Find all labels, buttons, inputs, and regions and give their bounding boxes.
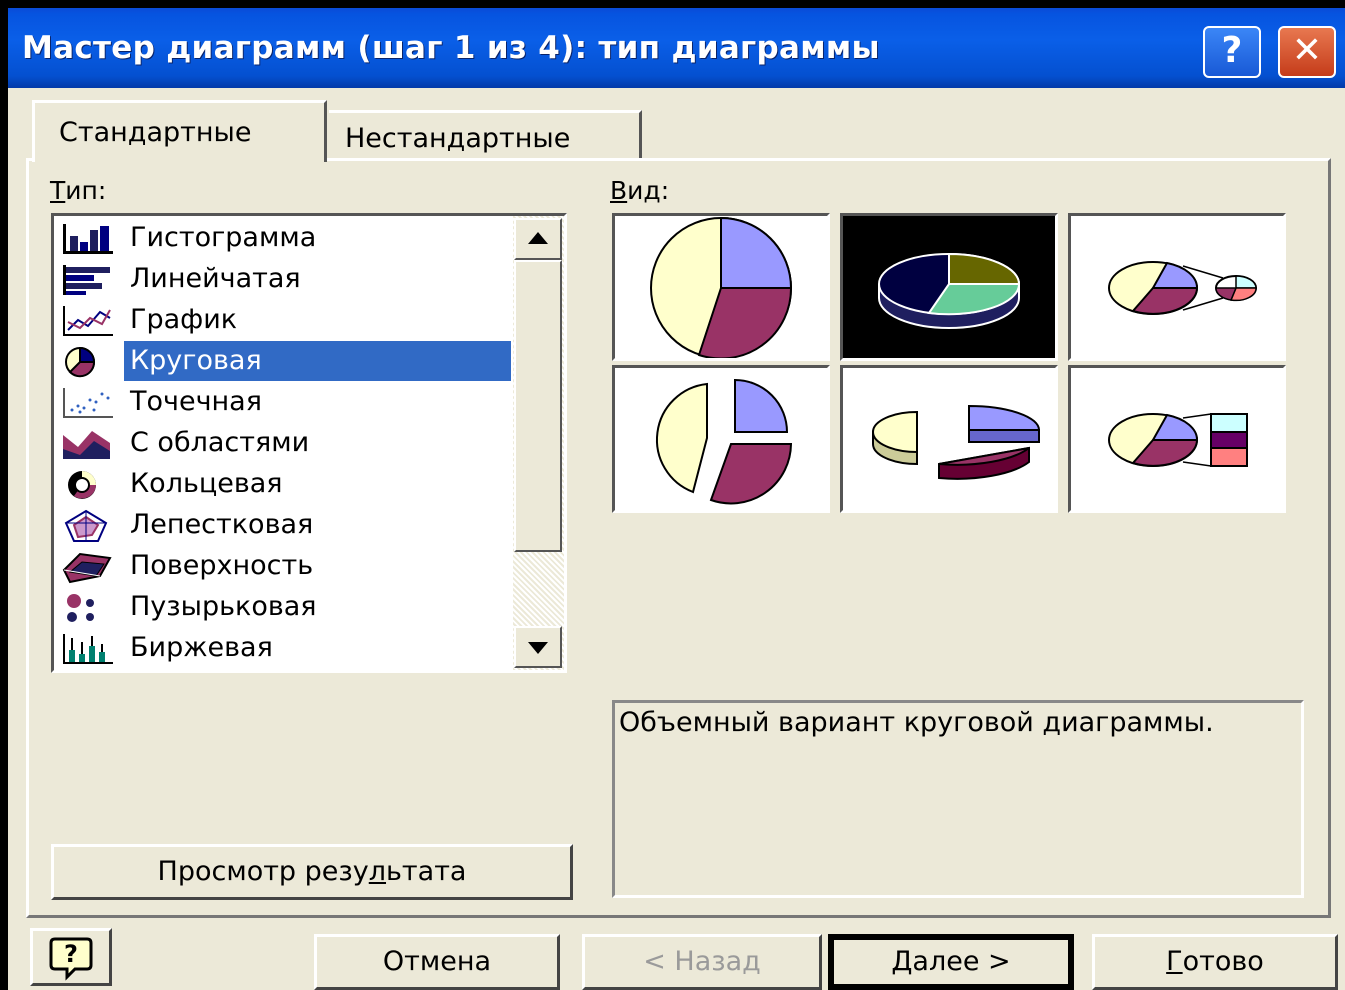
description-text: Объемный вариант круговой диаграммы. bbox=[612, 700, 1304, 898]
svg-text:?: ? bbox=[64, 940, 78, 968]
help-bubble-icon: ? bbox=[49, 937, 93, 981]
scatter-chart-icon bbox=[63, 388, 113, 418]
preview-button[interactable]: Просмотр результата bbox=[51, 844, 573, 900]
list-item-surface[interactable]: Поверхность bbox=[58, 546, 513, 586]
view-label: Вид: bbox=[610, 176, 670, 205]
bar-of-pie-icon bbox=[1108, 413, 1248, 467]
scroll-down-button[interactable] bbox=[514, 626, 562, 668]
close-button[interactable]: ✕ bbox=[1278, 26, 1336, 78]
chart-wizard-dialog: Мастер диаграмм (шаг 1 из 4): тип диагра… bbox=[8, 8, 1345, 990]
scroll-thumb[interactable] bbox=[514, 260, 562, 552]
exploded-pie-icon bbox=[655, 378, 793, 505]
list-item-column[interactable]: Гистограмма bbox=[58, 218, 513, 258]
line-chart-icon bbox=[63, 306, 113, 336]
list-item-label: Поверхность bbox=[130, 550, 314, 581]
pie-3d-icon bbox=[878, 252, 1021, 329]
list-item-label: Гистограмма bbox=[130, 222, 317, 253]
list-item-label: Точечная bbox=[130, 386, 262, 417]
list-item-label: Биржевая bbox=[130, 632, 273, 663]
list-item-line[interactable]: График bbox=[58, 300, 513, 340]
chart-subtype-grid bbox=[612, 213, 1294, 517]
list-item-stock[interactable]: Биржевая bbox=[58, 628, 513, 668]
pie-icon bbox=[650, 216, 793, 358]
subtype-bar-of-pie[interactable] bbox=[1068, 365, 1286, 513]
tab-standard[interactable]: Стандартные bbox=[32, 100, 327, 162]
subtype-pie-of-pie[interactable] bbox=[1068, 213, 1286, 361]
surface-chart-icon bbox=[62, 552, 112, 584]
back-button[interactable]: < Назад bbox=[582, 934, 822, 990]
tab-custom[interactable]: Нестандартные bbox=[329, 110, 642, 158]
list-scrollbar[interactable] bbox=[513, 216, 564, 670]
next-button[interactable]: Далее > bbox=[828, 934, 1074, 990]
column-chart-icon bbox=[63, 224, 113, 254]
list-item-radar[interactable]: Лепестковая bbox=[58, 505, 513, 545]
list-item-label: Круговая bbox=[124, 341, 511, 381]
stock-chart-icon bbox=[63, 634, 113, 664]
subtype-exploded-pie-3d[interactable] bbox=[840, 365, 1058, 513]
office-assistant-button[interactable]: ? bbox=[30, 928, 112, 986]
exploded-pie-3d-icon bbox=[871, 404, 1041, 480]
pie-chart-icon bbox=[65, 346, 96, 378]
list-item-label: График bbox=[130, 304, 238, 335]
title-help-button[interactable]: ? bbox=[1203, 26, 1261, 78]
doughnut-chart-icon bbox=[68, 471, 96, 499]
list-item-pie[interactable]: Круговая bbox=[58, 341, 513, 381]
finish-button[interactable]: Готово bbox=[1092, 934, 1338, 990]
list-item-label: Линейчатая bbox=[130, 263, 301, 294]
list-item-bubble[interactable]: Пузырьковая bbox=[58, 587, 513, 627]
bar-chart-icon bbox=[63, 265, 110, 295]
bubble-chart-icon bbox=[67, 594, 94, 622]
list-item-label: Пузырьковая bbox=[130, 591, 317, 622]
radar-chart-icon bbox=[64, 509, 108, 542]
area-chart-icon bbox=[63, 431, 110, 459]
chart-type-list[interactable]: Гистограмма Линейчатая График Круговая Т… bbox=[51, 213, 567, 673]
pie-of-pie-icon bbox=[1108, 261, 1257, 315]
scroll-up-button[interactable] bbox=[514, 218, 562, 260]
subtype-exploded-pie[interactable] bbox=[612, 365, 830, 513]
arrow-up-icon bbox=[528, 232, 548, 244]
subtype-pie-3d[interactable] bbox=[840, 213, 1058, 361]
list-item-label: Кольцевая bbox=[130, 468, 283, 499]
title-bar[interactable]: Мастер диаграмм (шаг 1 из 4): тип диагра… bbox=[8, 8, 1345, 88]
list-item-bar[interactable]: Линейчатая bbox=[58, 259, 513, 299]
question-icon: ? bbox=[1221, 30, 1243, 71]
arrow-down-icon bbox=[528, 642, 548, 654]
type-label: Тип: bbox=[50, 176, 107, 205]
list-item-doughnut[interactable]: Кольцевая bbox=[58, 464, 513, 504]
list-item-label: Лепестковая bbox=[130, 509, 314, 540]
cancel-button[interactable]: Отмена bbox=[314, 934, 560, 990]
subtype-pie[interactable] bbox=[612, 213, 830, 361]
list-item-label: С областями bbox=[130, 427, 310, 458]
list-item-area[interactable]: С областями bbox=[58, 423, 513, 463]
list-item-scatter[interactable]: Точечная bbox=[58, 382, 513, 422]
window-title: Мастер диаграмм (шаг 1 из 4): тип диагра… bbox=[22, 30, 880, 66]
close-icon: ✕ bbox=[1291, 30, 1323, 71]
